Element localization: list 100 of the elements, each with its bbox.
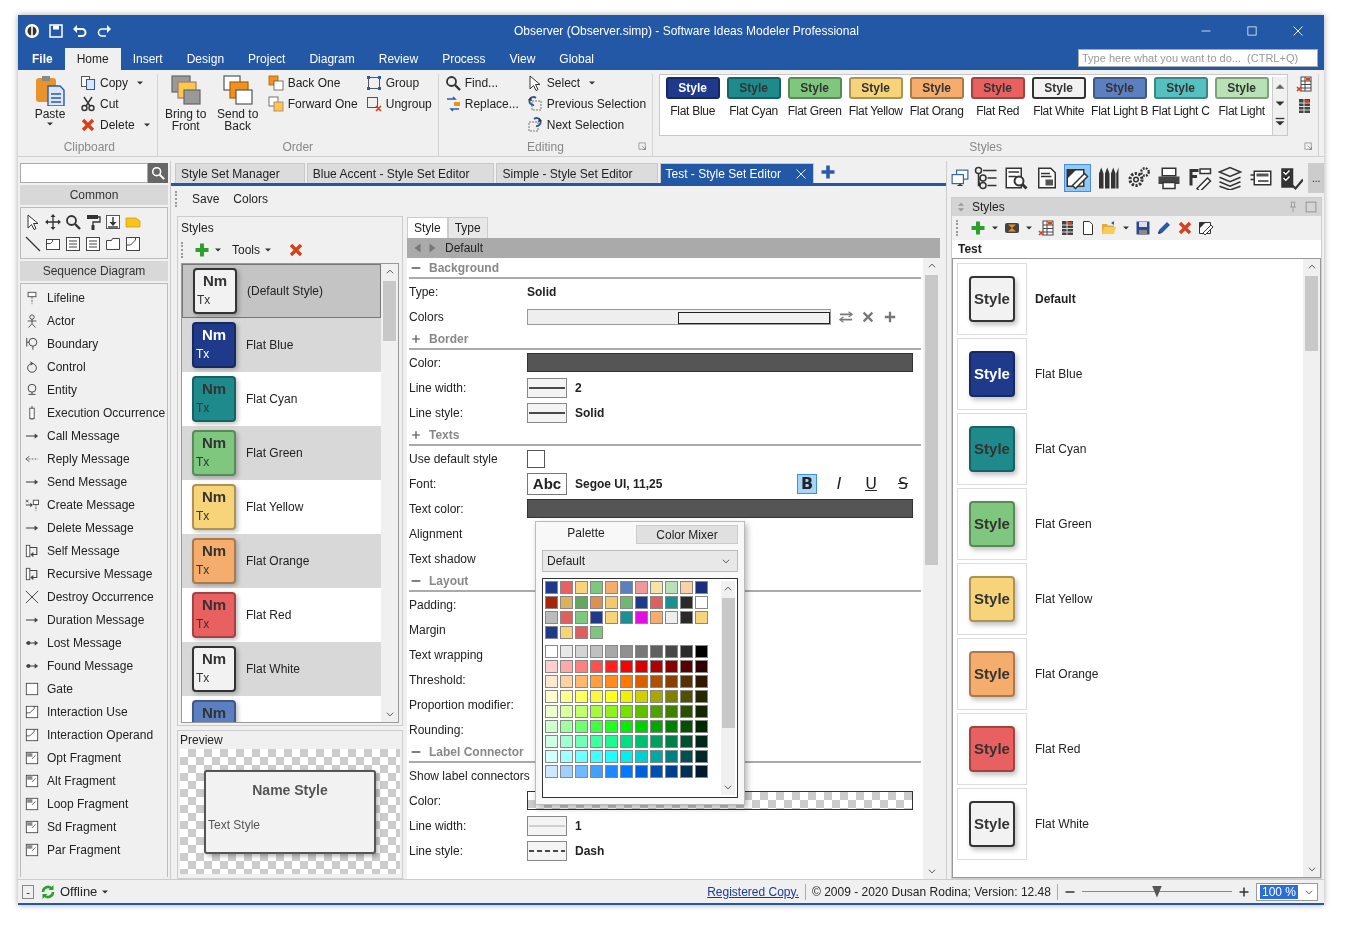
toolbox-item[interactable]: Found Message <box>21 654 167 677</box>
style-gallery-item[interactable]: Style Flat White <box>1028 77 1090 135</box>
ribbon-tab[interactable]: Diagram <box>297 48 367 70</box>
style-gallery-item[interactable]: Style Flat Yellow <box>845 77 907 135</box>
style-list-item[interactable]: Nm Tx Flat Orange <box>182 534 381 588</box>
style-list-item[interactable]: Nm Tx Flat Blue <box>182 318 381 372</box>
toolbox-section-header[interactable]: Sequence Diagram <box>20 261 168 281</box>
toolbox-item[interactable]: Gate <box>21 677 167 700</box>
ribbon-button[interactable]: Previous Selection <box>526 95 647 113</box>
ribbon-tab[interactable]: Home <box>64 48 121 70</box>
toolbox-item[interactable]: Lost Message <box>21 631 167 654</box>
document-tab[interactable]: Test - Style Set Editor <box>659 163 814 183</box>
toolbox-item[interactable]: Call Message <box>21 424 167 447</box>
format-toggle[interactable]: S <box>893 473 913 494</box>
ribbon-button[interactable]: Copy <box>80 74 151 92</box>
picker-tab[interactable]: Palette <box>536 522 636 544</box>
style-item[interactable]: Style Flat Orange <box>957 636 1299 711</box>
ribbon-button[interactable]: Paste <box>28 74 72 128</box>
ribbon-tab[interactable]: Insert <box>120 48 175 70</box>
ribbon-button[interactable]: Cut <box>80 95 151 113</box>
toolbox-item[interactable]: Duration Message <box>21 608 167 631</box>
style-gallery-item[interactable]: Style Flat Cyan <box>723 77 785 135</box>
toolbox-item[interactable]: Actor <box>21 309 167 332</box>
style-list-item[interactable]: Nm Tx Flat Yellow <box>182 480 381 534</box>
toolbox-item[interactable]: Lifeline <box>21 286 167 309</box>
toolbox-item[interactable]: Recursive Message <box>21 562 167 585</box>
style-item[interactable]: Style Default <box>957 261 1299 336</box>
ribbon-button[interactable]: Replace... <box>444 95 519 113</box>
style-list-item[interactable]: Nm Tx Flat Red <box>182 588 381 642</box>
more-button[interactable]: ... <box>1308 163 1324 193</box>
style-item[interactable]: Style Flat Red <box>957 711 1299 786</box>
toolbar-button[interactable]: Colors <box>227 190 275 208</box>
format-toggle[interactable]: B <box>797 473 817 494</box>
palette-dropdown[interactable]: Default <box>542 550 738 572</box>
ribbon-button[interactable]: Bring to Front <box>163 74 208 132</box>
toolbar-button[interactable]: Save <box>186 190 226 208</box>
ribbon-button[interactable]: Forward One <box>267 95 358 113</box>
document-tab[interactable]: Blue Accent - Style Set Editor <box>306 163 495 183</box>
ribbon-button[interactable]: Find... <box>444 74 519 92</box>
ribbon-tab[interactable]: Design <box>174 48 237 70</box>
toolbox-item[interactable]: Send Message <box>21 470 167 493</box>
toolbox-item[interactable]: Sd Fragment <box>21 815 167 838</box>
style-gallery-item[interactable]: Style Flat Light <box>1211 77 1273 135</box>
style-list-item[interactable]: Nm Tx Flat Cyan <box>182 372 381 426</box>
style-gallery-item[interactable]: Style Flat Light B <box>1089 77 1151 135</box>
toolbox-item[interactable]: Self Message <box>21 539 167 562</box>
format-toggle[interactable]: I <box>829 473 849 494</box>
style-item[interactable]: Style Flat Blue <box>957 336 1299 411</box>
connection-status-button[interactable]: Offline <box>40 883 110 900</box>
toolbox-item[interactable]: Boundary <box>21 332 167 355</box>
ribbon-tab[interactable]: Global <box>547 48 606 70</box>
format-toggle[interactable]: U <box>861 473 881 494</box>
style-list-item[interactable]: Nm Tx (Default Style) <box>182 264 381 318</box>
toolbox-item[interactable]: Alt Fragment <box>21 769 167 792</box>
style-item[interactable]: Style Flat Yellow <box>957 561 1299 636</box>
toolbox-item[interactable]: Entity <box>21 378 167 401</box>
toolbox-item[interactable]: Reply Message <box>21 447 167 470</box>
document-tab[interactable]: Style Set Manager <box>175 163 305 183</box>
property-value[interactable]: Solid <box>527 284 557 299</box>
tools-button[interactable]: Tools <box>226 241 278 259</box>
toolbox-item[interactable]: Interaction Operand <box>21 723 167 746</box>
style-gallery-item[interactable]: Style Flat Red <box>967 77 1029 135</box>
style-item[interactable]: Style Flat Green <box>957 486 1299 561</box>
font-sample[interactable]: Abc <box>527 472 567 495</box>
style-gallery-item[interactable]: Style Flat Light C <box>1150 77 1212 135</box>
style-gallery-item[interactable]: Style Flat Green <box>784 77 846 135</box>
toolbox-item[interactable]: Opt Fragment <box>21 746 167 769</box>
ribbon-tab[interactable]: File <box>20 48 65 70</box>
style-item[interactable]: Style Flat White <box>957 786 1299 861</box>
ribbon-tab[interactable]: Process <box>430 48 498 70</box>
toolbox-item[interactable]: Loop Fragment <box>21 792 167 815</box>
ribbon-button[interactable]: Next Selection <box>526 116 647 134</box>
document-tab[interactable]: Simple - Style Set Editor <box>496 163 658 183</box>
toolbox-item[interactable]: Create Message <box>21 493 167 516</box>
style-item[interactable]: Style Flat Cyan <box>957 411 1299 486</box>
style-gallery-item[interactable]: Style Flat Orang <box>906 77 968 135</box>
ribbon-button[interactable]: Select <box>526 74 647 92</box>
command-search-field[interactable]: Type here what you want to do... (CTRL+Q) <box>1078 49 1318 67</box>
toolbox-item[interactable]: Interaction Use <box>21 700 167 723</box>
ribbon-button[interactable]: Ungroup <box>365 95 432 113</box>
toolbox-item[interactable]: Execution Occurrence <box>21 401 167 424</box>
ribbon-tab[interactable]: Project <box>236 48 298 70</box>
ribbon-tab[interactable]: View <box>497 48 548 70</box>
ribbon-button[interactable]: Back One <box>267 74 358 92</box>
picker-tab[interactable]: Color Mixer <box>636 525 738 544</box>
registered-copy-link[interactable]: Registered Copy. <box>707 884 799 899</box>
collapse-button[interactable]: - <box>22 884 34 899</box>
toolbox-item[interactable]: Delete Message <box>21 516 167 539</box>
ribbon-tab[interactable]: Review <box>366 48 431 70</box>
toolbox-item[interactable]: Control <box>21 355 167 378</box>
ribbon-button[interactable]: Delete <box>80 116 151 134</box>
toolbox-item[interactable]: Par Fragment <box>21 838 167 861</box>
style-list-item[interactable]: Nm Tx Flat White <box>182 642 381 696</box>
ribbon-button[interactable]: Group <box>365 74 432 92</box>
ribbon-button[interactable]: Send to Back <box>215 74 260 132</box>
editor-tab[interactable]: Type <box>447 217 488 238</box>
style-gallery-item[interactable]: Style Flat Blue <box>662 77 724 135</box>
style-list-item[interactable]: Nm Tx Flat Green <box>182 426 381 480</box>
toolbox-item[interactable]: Destroy Occurrence <box>21 585 167 608</box>
zoom-dropdown[interactable]: 100 % <box>1255 882 1318 901</box>
